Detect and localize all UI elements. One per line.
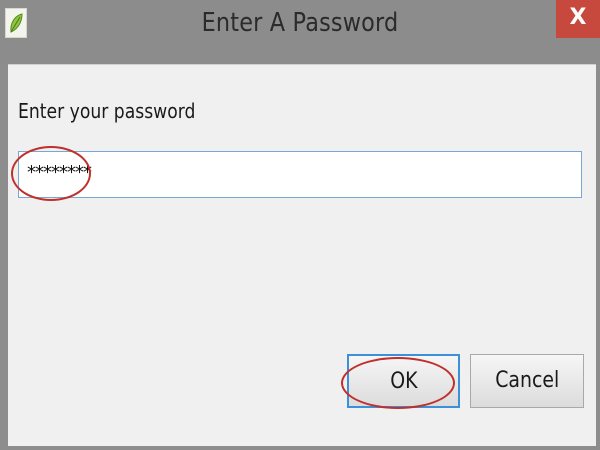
dialog-body: Enter your password ******** OK Cancel (8, 64, 596, 446)
cancel-button-label: Cancel (494, 368, 560, 393)
password-prompt-label: Enter your password (18, 99, 196, 123)
close-button[interactable]: X (556, 0, 600, 38)
leaf-app-icon (5, 8, 27, 38)
title-bar: Enter A Password X (0, 0, 600, 64)
password-input[interactable]: ******** (18, 151, 582, 198)
close-icon: X (569, 5, 587, 30)
password-dialog-window: Enter A Password X Enter your password *… (0, 0, 600, 450)
password-masked-value: ******** (27, 162, 92, 183)
window-title: Enter A Password (201, 8, 399, 38)
ok-button[interactable]: OK (347, 354, 460, 408)
cancel-button[interactable]: Cancel (470, 354, 584, 408)
ok-button-label: OK (389, 369, 418, 394)
